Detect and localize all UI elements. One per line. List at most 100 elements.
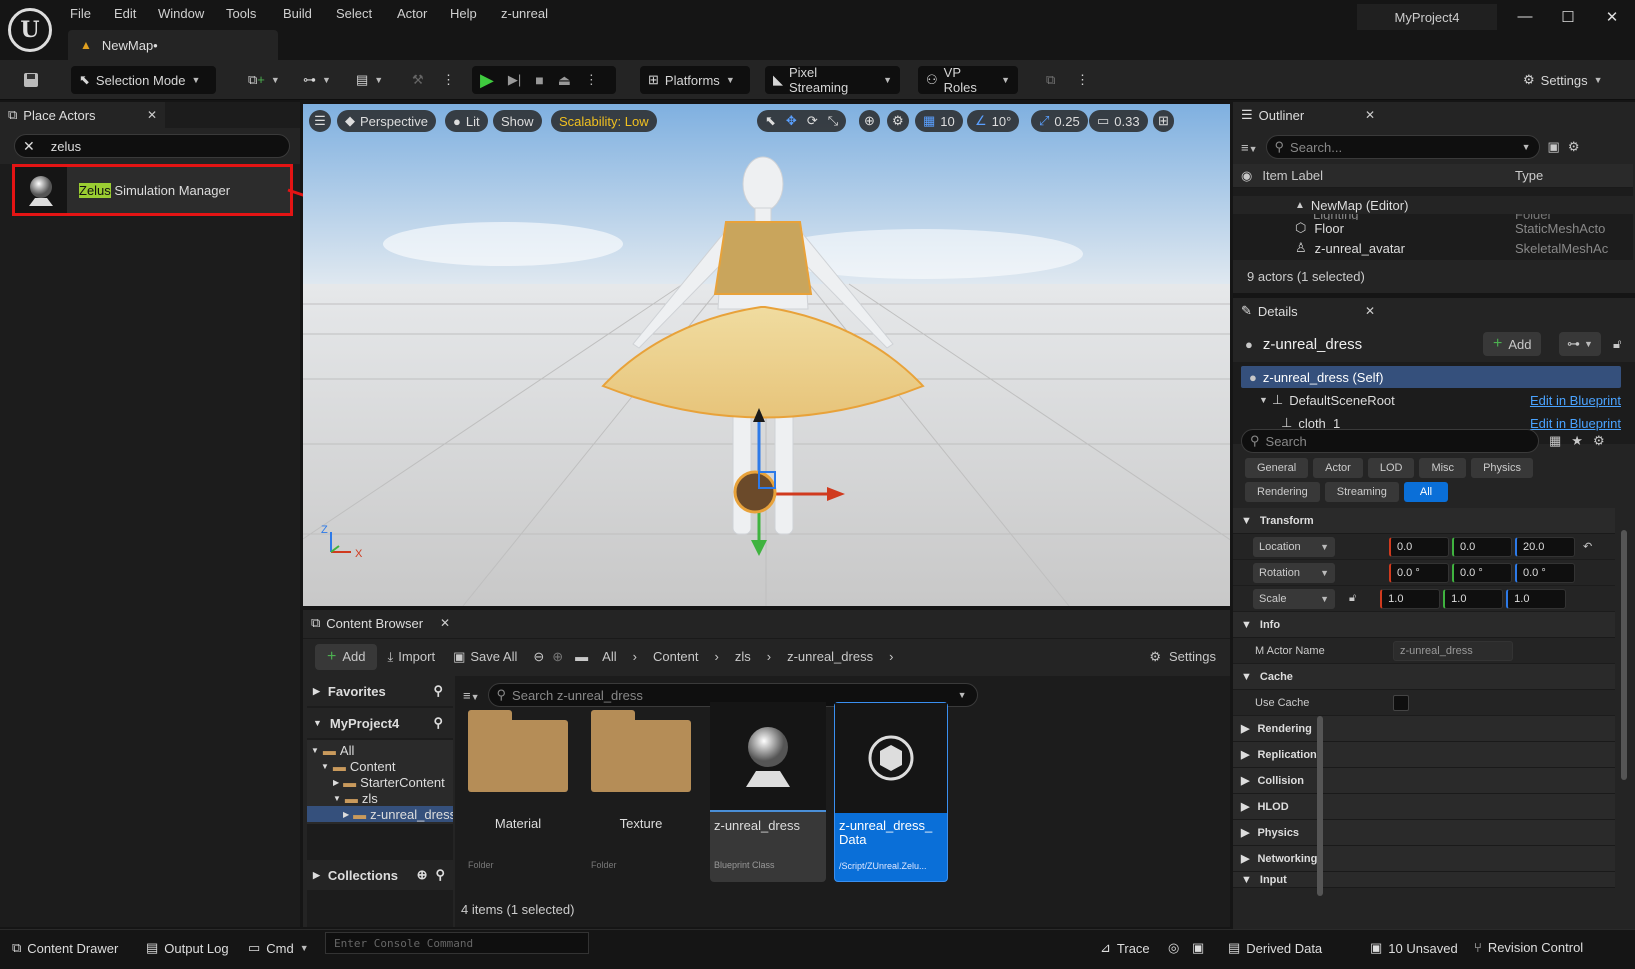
table-view-icon[interactable]: ▦ bbox=[1549, 433, 1561, 449]
perspective-button[interactable]: ◆ Perspective bbox=[337, 110, 436, 132]
project-header[interactable]: ▼ MyProject4 ⚲ bbox=[307, 708, 453, 738]
content-browser-tab[interactable]: ⧉ Content Browser ✕ bbox=[303, 610, 458, 636]
pixel-streaming-button[interactable]: ◣ Pixel Streaming ▼ bbox=[765, 65, 900, 95]
rotation-dropdown[interactable]: Rotation ▼ bbox=[1253, 562, 1335, 583]
trace-button[interactable]: ⊿ Trace bbox=[1100, 940, 1150, 956]
outliner-search-input[interactable]: ⚲ Search... ▼ bbox=[1265, 135, 1540, 159]
collections-header[interactable]: ▶ Collections ⊕ ⚲ bbox=[307, 860, 453, 890]
unreal-logo-icon[interactable]: U bbox=[8, 8, 52, 52]
more-options-icon[interactable]: ⋮ bbox=[434, 66, 463, 94]
search-icon[interactable]: ⚲ bbox=[433, 683, 443, 699]
save-icon[interactable] bbox=[14, 66, 48, 94]
details-search-input[interactable]: ⚲ Search bbox=[1241, 429, 1539, 453]
reset-icon[interactable]: ↶ bbox=[1583, 540, 1592, 553]
settings-button[interactable]: ⚙ Settings ▼ bbox=[1515, 66, 1611, 94]
section-networking[interactable]: ▶ Networking bbox=[1233, 846, 1615, 872]
outliner-row[interactable]: ▲ NewMap (Editor) bbox=[1233, 196, 1633, 214]
scalability-button[interactable]: Scalability: Low bbox=[551, 110, 657, 132]
record-icon[interactable]: ◎ bbox=[1168, 940, 1179, 956]
asset-tile-texture[interactable]: Texture Folder bbox=[589, 708, 693, 886]
details-scrollbar[interactable] bbox=[1621, 530, 1627, 780]
search-icon[interactable]: ⚲ bbox=[435, 867, 445, 883]
viewport-menu-icon[interactable]: ☰ bbox=[309, 110, 331, 132]
section-physics[interactable]: ▶ Physics bbox=[1233, 820, 1615, 846]
import-button[interactable]: ⤓ Import bbox=[387, 649, 435, 665]
component-row-self[interactable]: ● z-unreal_dress (Self) bbox=[1241, 366, 1621, 388]
document-tab-newmap[interactable]: ▲ NewMap• bbox=[68, 30, 278, 60]
search-icon[interactable]: ⚲ bbox=[433, 715, 443, 731]
place-actors-tab[interactable]: ⧉ Place Actors ✕ bbox=[0, 102, 165, 128]
col-type[interactable]: Type bbox=[1515, 168, 1543, 183]
tree-item-all[interactable]: ▼ ▬ All bbox=[307, 742, 453, 758]
layout-icon[interactable]: ⊞ bbox=[1153, 110, 1174, 132]
menu-build[interactable]: Build bbox=[283, 6, 312, 21]
add-folder-icon[interactable]: ▣ bbox=[1548, 139, 1560, 155]
camera-icon[interactable]: ⧉ bbox=[1038, 66, 1063, 94]
rotate-tool-icon[interactable]: ⟳ bbox=[807, 113, 818, 129]
rotation-y[interactable]: 0.0 ° bbox=[1452, 562, 1512, 583]
scale-dropdown[interactable]: Scale ▼ bbox=[1253, 588, 1335, 609]
play-options-icon[interactable]: ⋮ bbox=[585, 72, 598, 88]
favorites-header[interactable]: ▶ Favorites ⚲ bbox=[307, 676, 453, 706]
section-rendering[interactable]: ▶ Rendering bbox=[1233, 716, 1615, 742]
selection-mode-dropdown[interactable]: ⬉ Selection Mode ▼ bbox=[71, 66, 216, 94]
cb-add-button[interactable]: + Add bbox=[315, 643, 378, 670]
scale-z[interactable]: 1.0 bbox=[1506, 588, 1567, 609]
lock-icon[interactable]: 🔓︎ bbox=[1349, 592, 1356, 605]
console-command-input[interactable]: Enter Console Command bbox=[325, 932, 589, 954]
breadcrumb-item[interactable]: Content bbox=[653, 649, 699, 664]
col-item-label[interactable]: Item Label bbox=[1262, 168, 1323, 183]
outliner-row[interactable]: ⬡ Floor StaticMeshActo bbox=[1233, 218, 1633, 238]
rotation-z[interactable]: 0.0 ° bbox=[1515, 562, 1575, 583]
outliner-tab[interactable]: ☰ Outliner ✕ bbox=[1233, 102, 1383, 128]
translate-tool-icon[interactable]: ✥ bbox=[786, 113, 797, 129]
back-icon[interactable]: ⊖ bbox=[533, 649, 544, 665]
forward-icon[interactable]: ⊕ bbox=[552, 649, 563, 665]
cinematics-button[interactable]: ▤ ▼ bbox=[348, 66, 391, 94]
filter-icon[interactable]: ≡▼ bbox=[1241, 140, 1258, 155]
category-misc[interactable]: Misc bbox=[1419, 458, 1467, 478]
edit-in-blueprint-link[interactable]: Edit in Blueprint bbox=[1530, 393, 1621, 408]
category-streaming[interactable]: Streaming bbox=[1324, 482, 1399, 502]
menu-edit[interactable]: Edit bbox=[114, 6, 136, 21]
blueprint-options-button[interactable]: ⊶ ▼ bbox=[1559, 332, 1601, 356]
surface-snap-icon[interactable]: ⚙ bbox=[887, 110, 909, 132]
save-all-button[interactable]: ▣ Save All bbox=[453, 649, 517, 665]
section-cache[interactable]: ▼ Cache bbox=[1233, 664, 1615, 690]
scale-tool-icon[interactable]: ⤡ bbox=[828, 113, 838, 129]
details-tab[interactable]: ✎ Details ✕ bbox=[1233, 298, 1383, 324]
maximize-icon[interactable]: ☐ bbox=[1553, 8, 1583, 26]
m-actor-name-value[interactable]: z-unreal_dress bbox=[1393, 640, 1513, 661]
tree-item-z-unreal-dress[interactable]: ▶ ▬ z-unreal_dress bbox=[307, 806, 453, 822]
filter-icon[interactable]: ≡▼ bbox=[463, 688, 480, 703]
section-transform[interactable]: ▼ Transform bbox=[1233, 508, 1615, 534]
cb-settings-button[interactable]: ⚙ Settings bbox=[1149, 649, 1216, 665]
gear-icon[interactable]: ⚙ bbox=[1593, 433, 1605, 449]
category-general[interactable]: General bbox=[1245, 458, 1309, 478]
gear-icon[interactable]: ⚙ bbox=[1568, 139, 1580, 155]
category-rendering[interactable]: Rendering bbox=[1245, 482, 1320, 502]
show-button[interactable]: Show bbox=[493, 110, 542, 132]
world-space-icon[interactable]: ⊕ bbox=[859, 110, 880, 132]
more-options-icon[interactable]: ⋮ bbox=[1068, 66, 1097, 94]
category-all[interactable]: All bbox=[1403, 482, 1449, 502]
scale-x[interactable]: 1.0 bbox=[1380, 588, 1441, 609]
angle-snap-button[interactable]: ∠ 10° bbox=[967, 110, 1020, 132]
tree-item-zls[interactable]: ▼ ▬ zls bbox=[307, 790, 453, 806]
modes-button[interactable]: ⚒ bbox=[404, 66, 432, 94]
close-icon[interactable]: ✕ bbox=[147, 108, 157, 122]
lock-icon[interactable]: 🔓︎ bbox=[1613, 336, 1621, 352]
tree-item-starter-content[interactable]: ▶ ▬ StarterContent bbox=[307, 774, 453, 790]
folder-icon[interactable]: ▬ bbox=[575, 649, 588, 664]
star-icon[interactable]: ★ bbox=[1571, 433, 1583, 449]
minimize-icon[interactable]: — bbox=[1510, 8, 1540, 25]
section-hlod[interactable]: ▶ HLOD bbox=[1233, 794, 1615, 820]
category-lod[interactable]: LOD bbox=[1367, 458, 1415, 478]
rotation-x[interactable]: 0.0 ° bbox=[1389, 562, 1449, 583]
unsaved-button[interactable]: ▣ 10 Unsaved bbox=[1370, 940, 1458, 956]
eye-icon[interactable]: ◉ bbox=[1241, 168, 1252, 184]
step-icon[interactable]: ▶| bbox=[508, 72, 521, 88]
add-component-button[interactable]: + Add bbox=[1483, 332, 1542, 356]
menu-actor[interactable]: Actor bbox=[397, 6, 427, 21]
scale-y[interactable]: 1.0 bbox=[1443, 588, 1504, 609]
